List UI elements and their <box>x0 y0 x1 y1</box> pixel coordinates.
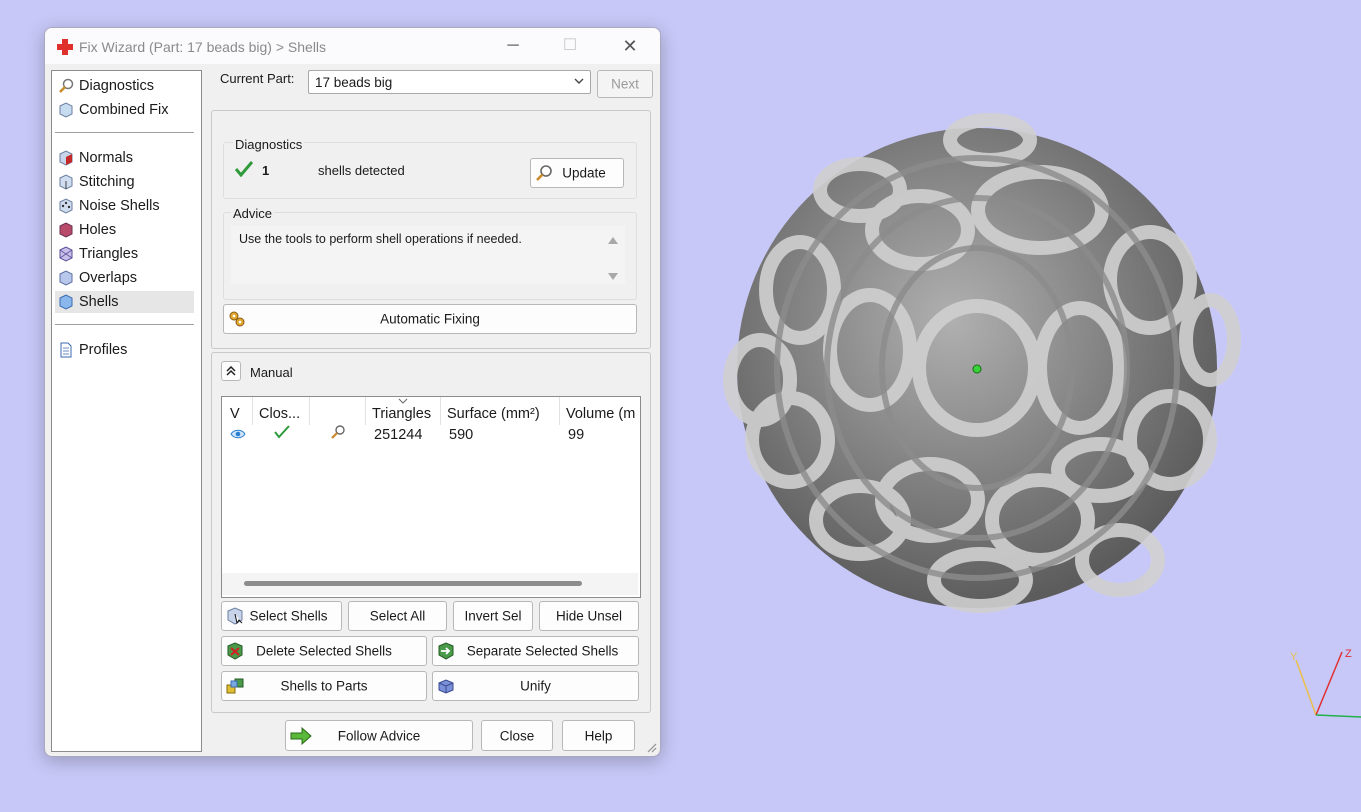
automatic-fixing-button[interactable]: Automatic Fixing <box>223 304 637 334</box>
viewport-3d[interactable]: Y Z <box>660 0 1361 812</box>
current-part-value: 17 beads big <box>315 75 393 90</box>
nav-item-holes[interactable]: Holes <box>55 219 191 241</box>
scroll-up-icon[interactable] <box>608 236 618 244</box>
horizontal-scrollbar[interactable] <box>222 573 638 595</box>
nav-label: Holes <box>79 222 117 238</box>
nav-item-shells[interactable]: Shells <box>55 291 194 313</box>
nav-label: Combined Fix <box>79 102 169 118</box>
next-button[interactable]: Next <box>597 70 653 98</box>
column-header-triangles[interactable]: Triangles <box>372 403 440 425</box>
cube-icon <box>59 102 73 118</box>
chevron-up-double-icon <box>226 366 236 376</box>
nav-item-overlaps[interactable]: Overlaps <box>55 267 191 289</box>
invert-sel-button[interactable]: Invert Sel <box>453 601 533 631</box>
shells-to-parts-button[interactable]: Shells to Parts <box>221 671 427 701</box>
cell-volume: 99 <box>568 427 585 443</box>
nav-item-diagnostics[interactable]: Diagnostics <box>55 75 191 97</box>
chevron-down-icon <box>574 78 584 84</box>
wizard-nav: Diagnostics Combined Fix Normals Stitchi… <box>51 70 202 752</box>
collapse-manual-button[interactable] <box>221 361 241 381</box>
select-all-button[interactable]: Select All <box>348 601 447 631</box>
column-divider <box>252 397 253 425</box>
select-shells-button[interactable]: Select Shells <box>221 601 342 631</box>
unify-button[interactable]: Unify <box>432 671 639 701</box>
noise-cube-icon <box>59 198 73 214</box>
magnifier-icon <box>59 78 74 93</box>
column-divider <box>309 397 310 425</box>
document-icon <box>60 342 72 358</box>
help-button[interactable]: Help <box>562 720 635 751</box>
close-window-button[interactable]: ✕ <box>610 34 650 58</box>
shells-cube-icon <box>59 294 73 310</box>
follow-advice-button[interactable]: Follow Advice <box>285 720 473 751</box>
nav-label: Stitching <box>79 174 135 190</box>
nav-label: Profiles <box>79 342 128 358</box>
nav-label: Normals <box>79 150 133 166</box>
nav-item-triangles[interactable]: Triangles <box>55 243 191 265</box>
current-part-label: Current Part: <box>220 71 295 86</box>
shells-table[interactable]: V Clos... Triangles Surface (mm²) Volume… <box>221 396 641 598</box>
resize-grip-icon[interactable] <box>645 741 657 753</box>
check-icon <box>235 161 253 177</box>
table-row[interactable]: 251244 590 99 <box>222 425 638 449</box>
column-header-select[interactable] <box>316 403 364 425</box>
scrollbar-thumb[interactable] <box>244 581 582 586</box>
zoom-to-shell-icon[interactable] <box>330 424 346 440</box>
column-divider <box>559 397 560 425</box>
nav-item-profiles[interactable]: Profiles <box>55 339 191 361</box>
update-button[interactable]: Update <box>530 158 624 188</box>
maximize-button[interactable]: ☐ <box>550 34 590 58</box>
title-bar[interactable]: Fix Wizard (Part: 17 beads big) > Shells… <box>45 28 660 64</box>
fix-wizard-window: Fix Wizard (Part: 17 beads big) > Shells… <box>44 27 661 757</box>
minimize-button[interactable]: ─ <box>493 34 533 58</box>
hide-unsel-button[interactable]: Hide Unsel <box>539 601 639 631</box>
separate-selected-shells-button[interactable]: Separate Selected Shells <box>432 636 639 666</box>
holes-cube-icon <box>59 222 73 238</box>
delete-selected-shells-button[interactable]: Delete Selected Shells <box>221 636 427 666</box>
nav-label: Triangles <box>79 246 139 262</box>
nav-label: Noise Shells <box>79 198 160 214</box>
nav-item-stitching[interactable]: Stitching <box>55 171 191 193</box>
axis-gizmo: Y Z <box>1290 648 1361 718</box>
scroll-down-icon[interactable] <box>608 273 618 281</box>
column-header-surface[interactable]: Surface (mm²) <box>447 403 557 425</box>
current-part-select[interactable]: 17 beads big <box>308 70 591 94</box>
manual-title: Manual <box>250 365 293 380</box>
normals-cube-icon <box>59 150 73 166</box>
bead-ball-model <box>723 113 1241 613</box>
window-title: Fix Wizard (Part: 17 beads big) > Shells <box>79 39 327 55</box>
advice-text: Use the tools to perform shell operation… <box>239 232 522 246</box>
eye-icon[interactable] <box>230 428 246 440</box>
column-divider <box>365 397 366 425</box>
triangles-cube-icon <box>59 246 73 262</box>
shells-count: 1 <box>262 163 270 178</box>
cell-triangles: 251244 <box>374 427 423 443</box>
axis-z-label: Z <box>1345 648 1352 660</box>
column-header-volume[interactable]: Volume (m <box>566 403 638 425</box>
nav-item-noise-shells[interactable]: Noise Shells <box>55 195 191 217</box>
app-logo-icon <box>56 38 74 56</box>
nav-label: Diagnostics <box>79 78 154 94</box>
nav-label: Shells <box>79 294 119 310</box>
advice-scrollbar[interactable] <box>605 228 621 284</box>
column-header-visible[interactable]: V <box>230 403 252 425</box>
column-divider <box>440 397 441 425</box>
diagnostics-title: Diagnostics <box>233 137 305 152</box>
nav-separator <box>55 132 194 133</box>
diagnostics-status: shells detected <box>318 163 405 178</box>
column-header-closed[interactable]: Clos... <box>259 403 309 425</box>
axis-y-label: Y <box>1290 651 1298 663</box>
close-button[interactable]: Close <box>481 720 553 751</box>
nav-label: Overlaps <box>79 270 138 286</box>
nav-item-normals[interactable]: Normals <box>55 147 191 169</box>
cell-surface: 590 <box>449 427 474 443</box>
advice-title: Advice <box>231 206 275 221</box>
overlaps-cube-icon <box>59 270 73 286</box>
stitching-cube-icon <box>59 174 73 190</box>
advice-textbox: Use the tools to perform shell operation… <box>231 226 625 284</box>
nav-item-combined-fix[interactable]: Combined Fix <box>55 99 191 121</box>
closed-check-icon <box>274 425 290 439</box>
nav-separator <box>55 324 194 325</box>
